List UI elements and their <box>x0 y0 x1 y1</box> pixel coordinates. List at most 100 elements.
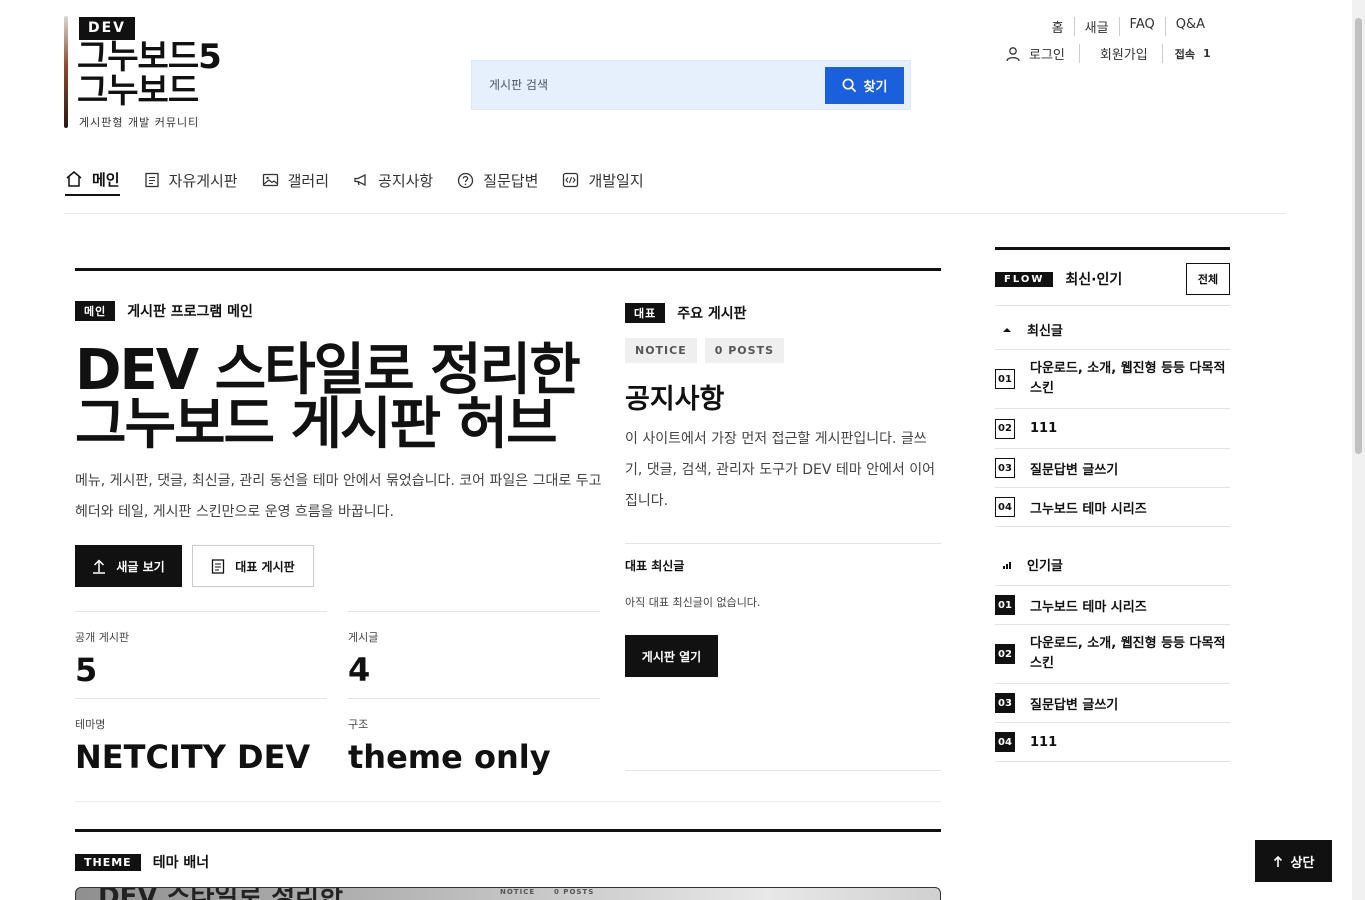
stat-value: theme only <box>348 738 551 776</box>
popular-item[interactable]: 03 질문답변 글쓰기 <box>995 683 1230 722</box>
latest-item-title: 질문답변 글쓰기 <box>1030 462 1119 478</box>
stat-value: 5 <box>75 651 98 689</box>
featured-tag: 대표 <box>625 303 666 323</box>
arrow-up-icon <box>93 559 106 574</box>
caret-up-icon <box>1003 327 1011 332</box>
latest-item[interactable]: 03 질문답변 글쓰기 <box>995 448 1230 487</box>
featured-pills: NOTICE 0 POSTS <box>625 338 784 363</box>
hero-section-title: 게시판 프로그램 메인 <box>127 304 253 320</box>
nav-label: 갤러리 <box>287 171 330 190</box>
popular-heading: 인기글 <box>1001 555 1063 574</box>
latest-bottom-rule <box>995 526 1230 527</box>
popular-item-title: 111 <box>1030 734 1058 750</box>
nav-item-devlog[interactable]: 개발일지 <box>562 164 644 196</box>
document-icon <box>144 172 159 188</box>
nav-item-gallery[interactable]: 갤러리 <box>262 164 329 196</box>
logo-accent-bar <box>64 16 68 128</box>
rank-number: 01 <box>995 595 1015 615</box>
popular-item[interactable]: 04 111 <box>995 722 1230 761</box>
popular-item-title: 질문답변 글쓰기 <box>1030 697 1119 713</box>
banner-tag: THEME <box>75 853 141 871</box>
stat-theme-name: 테마명 NETCITY DEV <box>75 698 327 776</box>
main-nav: 메인 자유게시판 갤러리 공지사항 질문답변 개발일지 <box>65 164 644 196</box>
latest-item-title: 다운로드, 소개, 웹진형 등등 다목적 스킨 <box>1030 361 1226 396</box>
latest-item[interactable]: 01 다운로드, 소개, 웹진형 등등 다목적 스킨 <box>995 349 1230 408</box>
open-board-button[interactable]: 게시판 열기 <box>625 635 718 677</box>
nav-item-qna[interactable]: 질문답변 <box>457 164 538 196</box>
stat-value: NETCITY DEV <box>75 738 311 776</box>
latest-heading-label: 최신글 <box>1027 324 1063 339</box>
user-icon <box>1006 46 1020 61</box>
rank-number: 03 <box>995 458 1015 478</box>
online-count: 1 <box>1202 47 1211 60</box>
back-to-top-button[interactable]: 상단 <box>1255 840 1332 882</box>
login-link[interactable]: 로그인 <box>1029 44 1080 63</box>
back-to-top-label: 상단 <box>1290 855 1315 871</box>
nav-item-main[interactable]: 메인 <box>65 164 120 196</box>
page-scrollbar[interactable] <box>1352 0 1365 900</box>
hero-title-line-1: DEV 스타일로 정리한 <box>75 338 581 403</box>
stat-label: 공개 게시판 <box>75 631 130 644</box>
search-bar: 찾기 <box>471 60 911 110</box>
post-count-pill: 0 POSTS <box>704 338 784 363</box>
search-input[interactable] <box>472 61 822 109</box>
sidebar-top-rule <box>995 247 1230 250</box>
rank-number: 04 <box>995 497 1015 517</box>
banner-preview[interactable]: DEV 스타일로 정리한 NOTICE 0 POSTS <box>75 887 941 900</box>
sidebar-all-button[interactable]: 전체 <box>1186 263 1230 295</box>
featured-bottom-rule <box>625 770 941 771</box>
featured-section-title: 주요 게시판 <box>677 306 747 322</box>
featured-latest-empty: 아직 대표 최신글이 없습니다. <box>625 596 761 609</box>
document-icon <box>212 558 225 574</box>
popular-bottom-rule <box>995 761 1230 762</box>
top-link-faq[interactable]: FAQ <box>1118 17 1165 36</box>
sidebar-header: FLOW 최신·인기 <box>995 269 1122 289</box>
board-key-pill: NOTICE <box>625 338 697 363</box>
signup-link[interactable]: 회원가입 <box>1080 44 1163 63</box>
hero-description: 메뉴, 게시판, 댓글, 최신글, 관리 동선을 테마 안에서 묶었습니다. 코… <box>75 473 602 520</box>
search-button[interactable]: 찾기 <box>825 67 904 104</box>
banner-preview-pill: NOTICE <box>500 888 536 896</box>
online-label: 접속 <box>1174 47 1195 61</box>
top-link-qa[interactable]: Q&A <box>1164 17 1215 36</box>
site-logo[interactable]: 그누보드5 그누보드 <box>77 40 222 111</box>
hero-title: DEV 스타일로 정리한 그누보드 게시판 허브 <box>75 338 635 457</box>
featured-board-label: 대표 게시판 <box>235 559 295 574</box>
logo-line-2: 그누보드 <box>77 71 199 111</box>
featured-board-button[interactable]: 대표 게시판 <box>192 545 314 587</box>
top-links: 홈 새글 FAQ Q&A <box>1042 17 1215 36</box>
hero-section-label: 메인 게시판 프로그램 메인 <box>75 301 253 321</box>
latest-item[interactable]: 02 111 <box>995 408 1230 448</box>
image-icon <box>262 173 278 187</box>
banner-preview-text: DEV 스타일로 정리한 <box>98 888 343 900</box>
nav-divider <box>64 213 1285 214</box>
hero-tag: 메인 <box>75 301 116 321</box>
nav-item-notice[interactable]: 공지사항 <box>353 164 433 196</box>
scrollbar-thumb[interactable] <box>1355 18 1362 454</box>
banner-title: 테마 배너 <box>152 855 210 871</box>
rank-number: 03 <box>995 693 1015 713</box>
new-posts-label: 새글 보기 <box>116 559 165 574</box>
top-link-new[interactable]: 새글 <box>1073 17 1119 36</box>
latest-item-title: 111 <box>1030 421 1058 436</box>
arrow-up-icon <box>1273 855 1282 867</box>
nav-item-free-board[interactable]: 자유게시판 <box>144 164 238 196</box>
top-link-home[interactable]: 홈 <box>1042 17 1074 36</box>
home-icon <box>66 171 82 187</box>
bar-chart-icon <box>1003 561 1011 569</box>
hero-top-rule <box>75 268 941 271</box>
stat-label: 게시글 <box>348 631 379 644</box>
hero-title-line-2: 그누보드 게시판 허브 <box>75 392 558 457</box>
account-links: 로그인 회원가입 접속 1 <box>1005 44 1211 63</box>
rank-number: 02 <box>995 644 1015 664</box>
popular-item[interactable]: 02 다운로드, 소개, 웹진형 등등 다목적 스킨 <box>995 624 1230 683</box>
new-posts-button[interactable]: 새글 보기 <box>75 545 182 587</box>
hero-bottom-rule <box>75 801 941 802</box>
featured-section-label: 대표 주요 게시판 <box>625 303 747 323</box>
banner-section-label: THEME 테마 배너 <box>75 852 209 872</box>
latest-item[interactable]: 04 그누보드 테마 시리즈 <box>995 487 1230 526</box>
featured-title[interactable]: 공지사항 <box>625 377 724 416</box>
popular-item[interactable]: 01 그누보드 테마 시리즈 <box>995 585 1230 624</box>
stat-label: 구조 <box>348 718 369 731</box>
rank-number: 02 <box>995 418 1015 439</box>
